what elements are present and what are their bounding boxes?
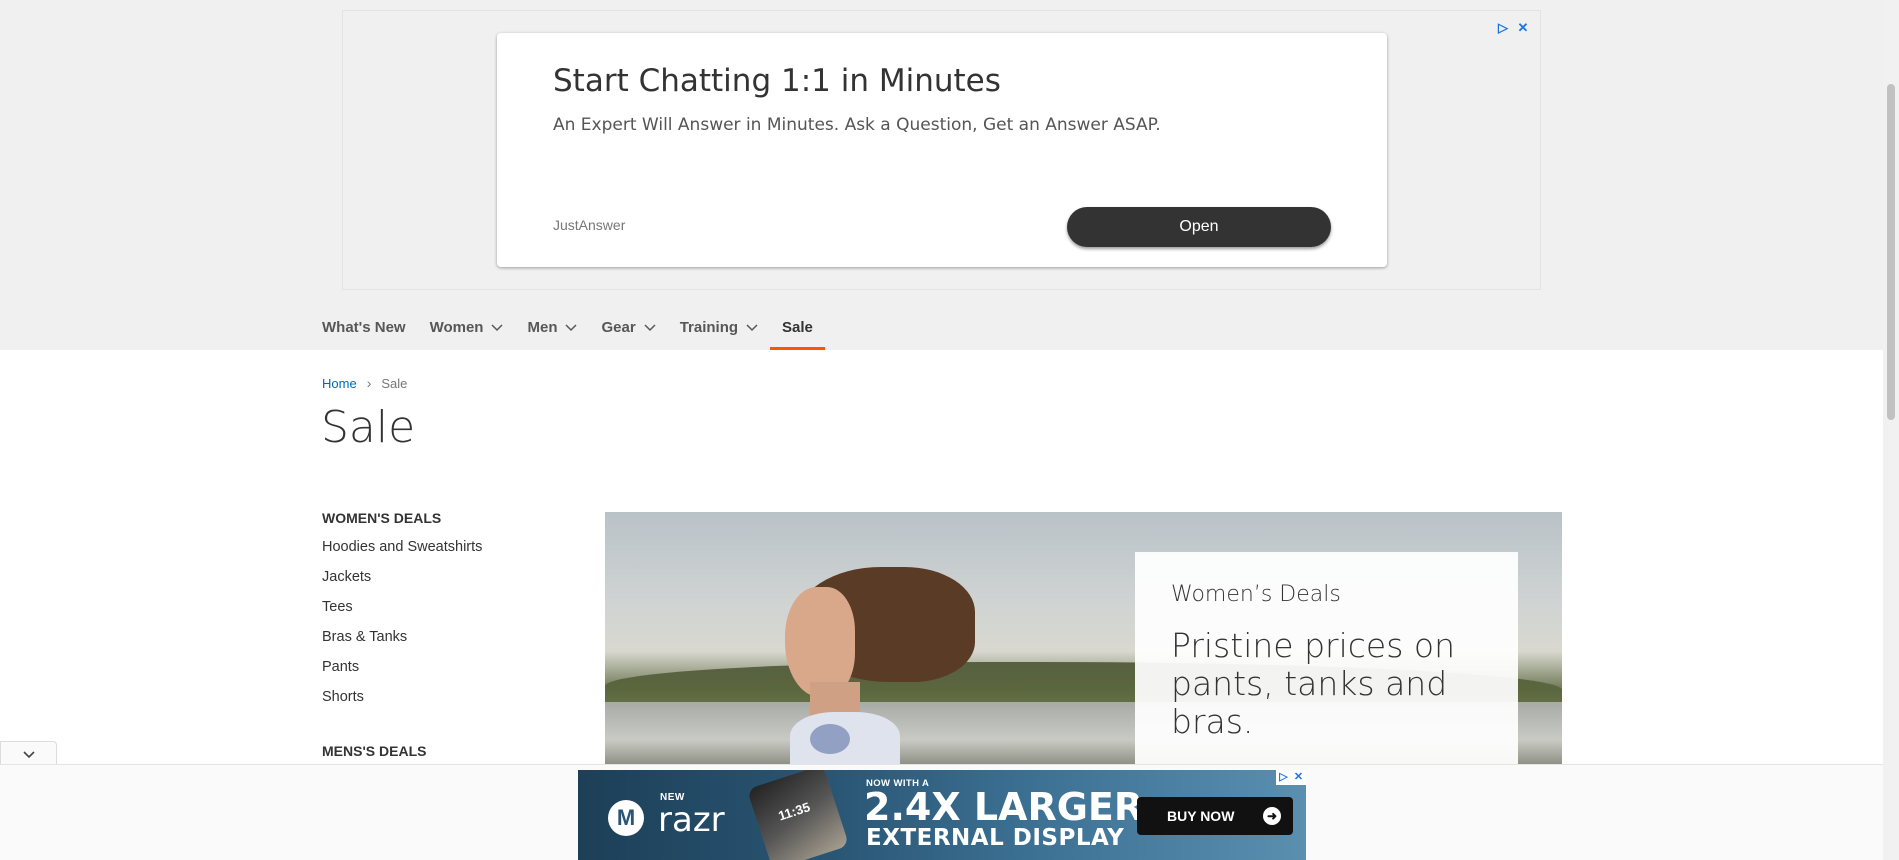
nav-item-training[interactable]: Training <box>668 304 770 350</box>
sidebar-item-bras-tanks[interactable]: Bras & Tanks <box>322 629 582 659</box>
main-nav: What's New Women Men Gear Training Sale <box>322 304 825 350</box>
nav-item-whats-new[interactable]: What's New <box>322 304 418 350</box>
banner-subheadline: EXTERNAL DISPLAY <box>866 825 1125 851</box>
sidebar-heading-mens-deals: MENS'S DEALS <box>322 743 427 759</box>
sidebar-item-jackets[interactable]: Jackets <box>322 569 582 599</box>
breadcrumb-separator-icon: › <box>366 375 372 391</box>
sidebar-item-tees[interactable]: Tees <box>322 599 582 629</box>
nav-label: Women <box>429 318 484 336</box>
nav-label: Training <box>679 318 739 336</box>
breadcrumb-current: Sale <box>381 375 408 391</box>
hero-image-runner-top <box>790 712 900 765</box>
chevron-down-icon <box>491 324 504 332</box>
bottom-banner-ad[interactable]: M NEW razr 11:35 NOW WITH A 2.4X LARGER … <box>578 770 1306 860</box>
banner-product-name: razr <box>658 800 725 840</box>
scrollbar-thumb[interactable] <box>1887 84 1895 420</box>
sidebar-item-shorts[interactable]: Shorts <box>322 689 582 719</box>
chevron-down-icon <box>644 324 656 332</box>
nav-item-gear[interactable]: Gear <box>589 304 667 350</box>
sidebar-heading-womens-deals: WOMEN'S DEALS <box>322 510 442 526</box>
motorola-logo-icon: M <box>608 800 644 836</box>
nav-label: What's New <box>322 318 406 336</box>
nav-item-men[interactable]: Men <box>515 304 589 350</box>
header-band: ▷ ✕ Start Chatting 1:1 in Minutes An Exp… <box>0 0 1883 350</box>
close-ad-icon[interactable]: ✕ <box>1291 770 1306 785</box>
sidebar-item-pants[interactable]: Pants <box>322 659 582 689</box>
sidebar: WOMEN'S DEALS Hoodies and Sweatshirts Ja… <box>322 510 582 772</box>
phone-image: 11:35 <box>746 770 850 860</box>
collapse-ad-button[interactable] <box>0 741 57 765</box>
ad-description: An Expert Will Answer in Minutes. Ask a … <box>553 115 1161 135</box>
promo-box: Women’s Deals Pristine prices on pants, … <box>1135 552 1518 765</box>
buy-now-button[interactable]: BUY NOW ➜ <box>1137 797 1293 835</box>
page: ▷ ✕ Start Chatting 1:1 in Minutes An Exp… <box>0 0 1899 860</box>
page-title: Sale <box>321 402 416 453</box>
promo-headline: Pristine prices on pants, tanks and bras… <box>1171 626 1455 741</box>
ad-open-button[interactable]: Open <box>1067 207 1331 247</box>
arrow-right-icon: ➜ <box>1263 807 1281 825</box>
nav-label: Men <box>527 318 558 336</box>
phone-time: 11:35 <box>776 799 812 824</box>
page-scrollbar[interactable] <box>1883 0 1899 860</box>
adchoices-icon[interactable]: ▷ <box>1276 770 1291 785</box>
promo-kicker: Women’s Deals <box>1171 582 1341 607</box>
breadcrumb-home-link[interactable]: Home <box>322 376 357 391</box>
chevron-down-icon <box>746 324 758 332</box>
hero-image-runner-face <box>785 587 855 697</box>
nav-label: Gear <box>601 318 636 336</box>
chevron-down-icon <box>565 324 578 332</box>
adchoices-icon[interactable]: ▷ <box>1496 21 1510 35</box>
top-ad-card[interactable]: Start Chatting 1:1 in Minutes An Expert … <box>497 33 1387 267</box>
ad-brand: JustAnswer <box>553 217 626 233</box>
womens-deals-banner[interactable]: Women’s Deals Pristine prices on pants, … <box>605 512 1562 765</box>
breadcrumb: Home › Sale <box>322 375 407 391</box>
nav-item-women[interactable]: Women <box>418 304 516 350</box>
sidebar-item-hoodies[interactable]: Hoodies and Sweatshirts <box>322 539 582 569</box>
nav-label: Sale <box>782 318 813 336</box>
chevron-down-icon <box>22 751 35 759</box>
buy-now-label: BUY NOW <box>1167 808 1235 824</box>
banner-headline: 2.4X LARGER <box>864 785 1144 829</box>
ad-controls: ▷ ✕ <box>1496 21 1530 35</box>
ad-title[interactable]: Start Chatting 1:1 in Minutes <box>553 63 1001 99</box>
close-ad-icon[interactable]: ✕ <box>1516 21 1530 35</box>
nav-item-sale[interactable]: Sale <box>770 304 825 350</box>
